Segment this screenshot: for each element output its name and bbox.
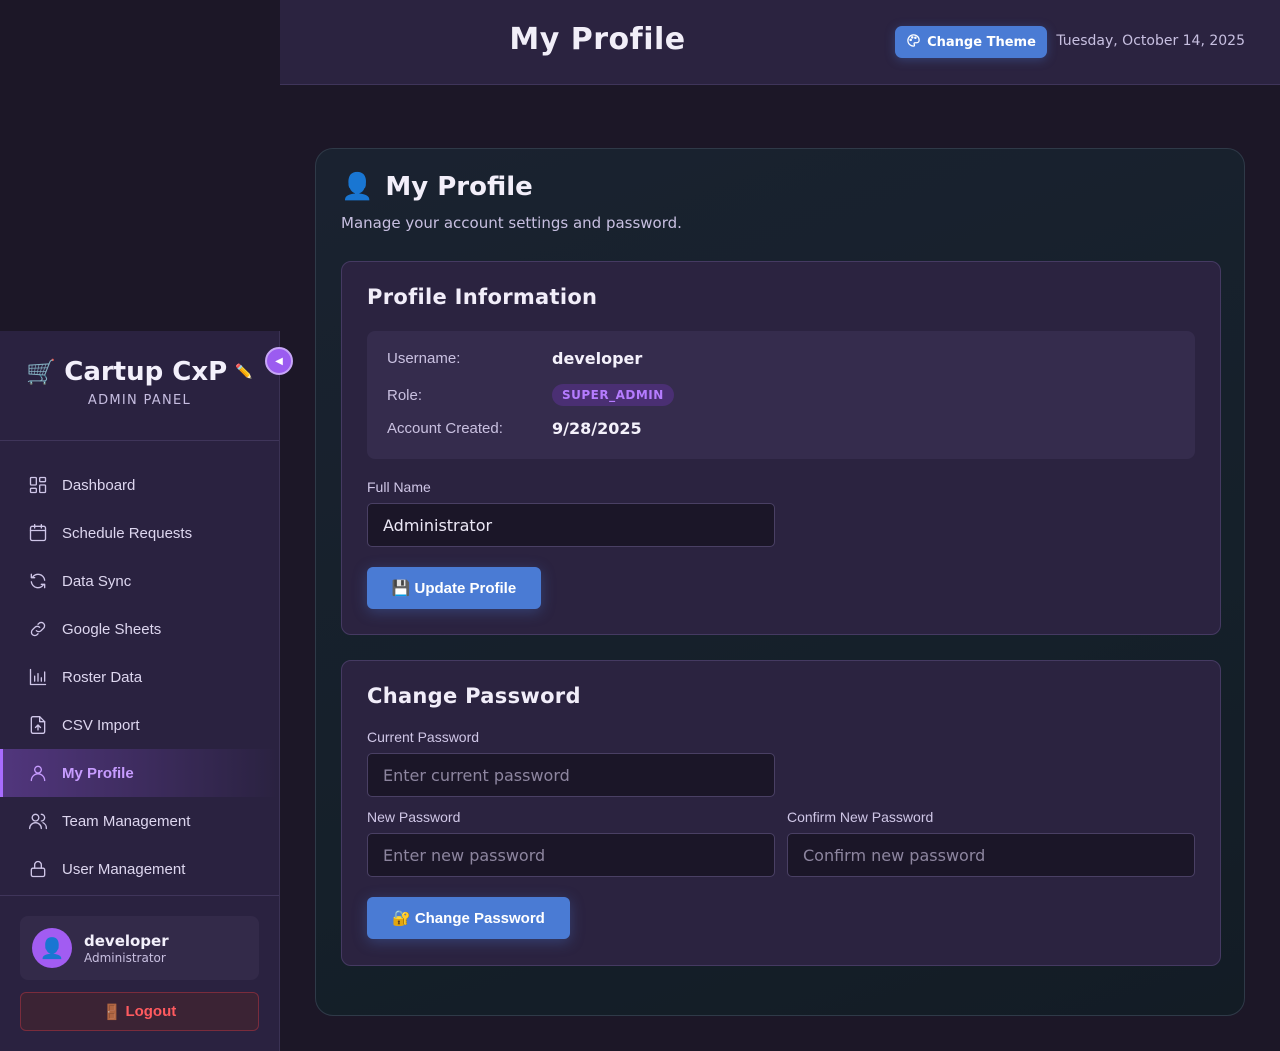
- sidebar-item-label: Dashboard: [62, 476, 136, 494]
- role-label: Role:: [387, 386, 423, 404]
- account-created-value: 9/28/2025: [552, 419, 642, 438]
- palette-icon: [906, 33, 921, 52]
- profile-information-title: Profile Information: [367, 285, 598, 309]
- sidebar-item-label: My Profile: [62, 764, 134, 782]
- sidebar-item-dashboard[interactable]: Dashboard: [0, 461, 279, 509]
- logout-label: Logout: [125, 1003, 177, 1020]
- username-row: Username: developer: [387, 349, 642, 368]
- sidebar-item-label: Google Sheets: [62, 620, 162, 638]
- top-header: My Profile Change Theme Tuesday, October…: [280, 0, 1280, 85]
- username-label: Username:: [387, 350, 461, 367]
- lock-icon: [30, 860, 46, 878]
- page-description: Manage your account settings and passwor…: [341, 214, 682, 232]
- new-password-input[interactable]: [367, 833, 775, 877]
- sidebar-item-user-management[interactable]: User Management: [0, 845, 279, 893]
- sidebar-nav: Dashboard Schedule Requests Data Sync Go…: [0, 441, 279, 893]
- calendar-icon: [29, 524, 47, 542]
- sidebar-item-data-sync[interactable]: Data Sync: [0, 557, 279, 605]
- change-password-panel: Change Password Current Password New Pas…: [341, 660, 1221, 966]
- user-card: 👤 developer Administrator: [20, 916, 259, 980]
- full-name-label: Full Name: [367, 479, 431, 495]
- sidebar-item-label: Data Sync: [62, 572, 132, 590]
- current-password-input[interactable]: [367, 753, 775, 797]
- sidebar: 🛒 Cartup CxP ✏️ ADMIN PANEL ◀ Dashboard …: [0, 331, 293, 1051]
- full-name-input[interactable]: [367, 503, 775, 547]
- update-profile-label: Update Profile: [414, 579, 517, 597]
- sidebar-item-label: Roster Data: [62, 668, 143, 686]
- chevron-left-icon: ◀: [275, 355, 283, 367]
- sidebar-item-my-profile[interactable]: My Profile: [0, 749, 279, 797]
- new-password-label: New Password: [367, 809, 461, 825]
- lock-key-icon: 🔐: [392, 910, 411, 927]
- edit-brand-icon[interactable]: ✏️: [235, 364, 252, 380]
- collapse-sidebar-button[interactable]: ◀: [265, 347, 293, 375]
- update-profile-button[interactable]: 💾 Update Profile: [367, 567, 541, 609]
- user-icon: 👤: [341, 172, 374, 202]
- door-icon: 🚪: [102, 1003, 122, 1021]
- sync-icon: [30, 573, 46, 589]
- account-created-label: Account Created:: [387, 420, 503, 437]
- file-upload-icon: [30, 716, 46, 734]
- change-theme-label: Change Theme: [927, 34, 1036, 50]
- brand-name: Cartup CxP: [64, 357, 228, 387]
- username-value: developer: [552, 349, 643, 368]
- user-name: developer: [84, 931, 169, 950]
- current-password-label: Current Password: [367, 729, 480, 745]
- profile-information-panel: Profile Information Username: developer …: [341, 261, 1221, 635]
- brand: 🛒 Cartup CxP ✏️ ADMIN PANEL ◀: [0, 331, 293, 441]
- change-theme-button[interactable]: Change Theme: [895, 26, 1047, 58]
- role-row: Role: SUPER_ADMIN: [387, 384, 674, 406]
- dashboard-icon: [29, 476, 47, 494]
- avatar-user-icon: 👤: [39, 936, 65, 960]
- sidebar-item-team-management[interactable]: Team Management: [0, 797, 279, 845]
- page-title: 👤 My Profile: [341, 172, 533, 202]
- profile-card: 👤 My Profile Manage your account setting…: [315, 148, 1245, 1016]
- user-role: Administrator: [84, 950, 166, 965]
- user-icon: [30, 765, 46, 782]
- sidebar-item-roster-data[interactable]: Roster Data: [0, 653, 279, 701]
- cart-icon: 🛒: [26, 358, 57, 386]
- account-created-row: Account Created: 9/28/2025: [387, 419, 642, 438]
- confirm-password-input[interactable]: [787, 833, 1195, 877]
- bar-chart-icon: [29, 668, 47, 686]
- save-icon: 💾: [391, 580, 411, 597]
- sidebar-item-schedule-requests[interactable]: Schedule Requests: [0, 509, 279, 557]
- sidebar-item-label: Schedule Requests: [62, 524, 193, 542]
- change-password-button[interactable]: 🔐 Change Password: [367, 897, 570, 939]
- page-title-text: My Profile: [385, 172, 533, 202]
- sidebar-item-label: Team Management: [62, 812, 191, 830]
- sidebar-item-csv-import[interactable]: CSV Import: [0, 701, 279, 749]
- brand-subtitle: ADMIN PANEL: [87, 393, 192, 408]
- link-icon: [30, 621, 46, 637]
- role-badge: SUPER_ADMIN: [552, 384, 674, 406]
- change-password-title: Change Password: [367, 684, 581, 708]
- logout-button[interactable]: 🚪 Logout: [20, 992, 259, 1031]
- change-password-label: Change Password: [414, 909, 545, 927]
- sidebar-item-label: User Management: [62, 860, 186, 878]
- profile-info-box: Username: developer Role: SUPER_ADMIN Ac…: [367, 331, 1195, 459]
- sidebar-footer: 👤 developer Administrator 🚪 Logout: [0, 895, 279, 1031]
- header-title: My Profile: [509, 22, 686, 57]
- users-icon: [29, 813, 47, 830]
- sidebar-item-label: CSV Import: [62, 716, 140, 734]
- current-date: Tuesday, October 14, 2025: [1056, 33, 1245, 49]
- sidebar-item-google-sheets[interactable]: Google Sheets: [0, 605, 279, 653]
- avatar: 👤: [32, 928, 72, 968]
- confirm-password-label: Confirm New Password: [787, 809, 934, 825]
